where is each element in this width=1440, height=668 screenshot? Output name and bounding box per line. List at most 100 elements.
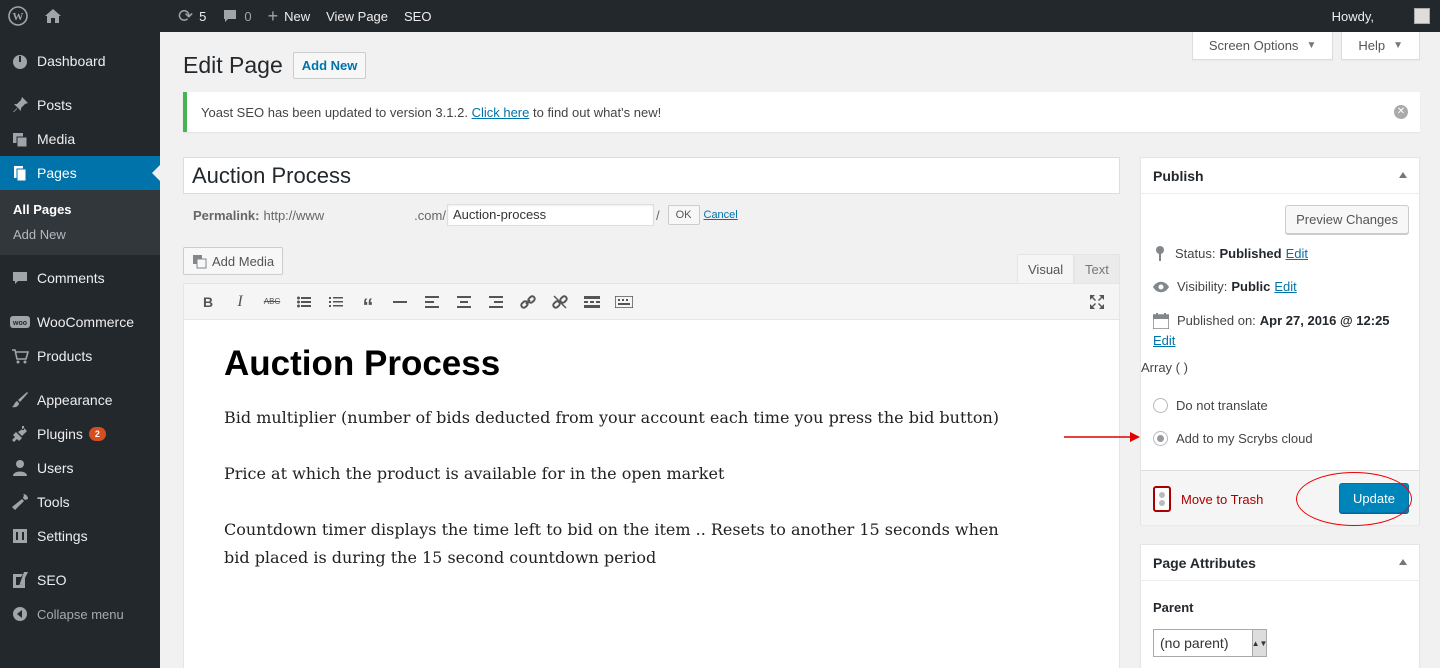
sidebar-item-posts[interactable]: Posts bbox=[0, 88, 160, 122]
permalink-editor: Permalink: http://www .com/ Auction-proc… bbox=[193, 204, 738, 226]
insert-link-icon[interactable] bbox=[512, 288, 544, 316]
visibility-row: Visibility: Public Edit bbox=[1153, 279, 1297, 294]
published-on-label: Published on: bbox=[1177, 313, 1256, 328]
edit-visibility-link[interactable]: Edit bbox=[1274, 279, 1296, 294]
page-attributes-title: Page Attributes bbox=[1153, 554, 1256, 571]
status-value: Published bbox=[1219, 245, 1282, 261]
updates-link[interactable]: ⟳ 5 bbox=[170, 0, 214, 32]
toolbar-toggle-icon[interactable] bbox=[608, 288, 640, 316]
pin-icon bbox=[1156, 246, 1164, 261]
bulleted-list-icon[interactable] bbox=[288, 288, 320, 316]
align-right-icon[interactable] bbox=[480, 288, 512, 316]
screen-options-button[interactable]: Screen Options ▼ bbox=[1191, 32, 1334, 60]
caret-down-icon: ▼ bbox=[1393, 40, 1403, 51]
submenu-all-pages[interactable]: All Pages bbox=[0, 197, 160, 222]
sidebar-item-users[interactable]: Users bbox=[0, 451, 160, 485]
tab-visual[interactable]: Visual bbox=[1017, 254, 1075, 284]
edit-date-link[interactable]: Edit bbox=[1153, 333, 1413, 348]
sidebar-item-products[interactable]: Products bbox=[0, 339, 160, 373]
notice-text-after: to find out what's new! bbox=[532, 104, 662, 120]
content-editor: B I ABC “ Auction Process Bid multiplier… bbox=[183, 283, 1120, 668]
align-center-icon[interactable] bbox=[448, 288, 480, 316]
status-row: Status: Published Edit bbox=[1153, 245, 1308, 261]
sidebar-label: Comments bbox=[37, 270, 105, 286]
edit-status-link[interactable]: Edit bbox=[1286, 246, 1308, 261]
content-paragraph: Countdown timer displays the time left t… bbox=[224, 520, 999, 567]
parent-select[interactable]: (no parent) ▲▼ bbox=[1153, 629, 1267, 657]
screen-meta-links: Screen Options ▼ Help ▼ bbox=[1191, 32, 1420, 60]
plug-icon bbox=[10, 424, 30, 444]
radio-button-selected[interactable] bbox=[1153, 431, 1168, 446]
svg-text:W: W bbox=[13, 11, 24, 23]
help-button[interactable]: Help ▼ bbox=[1341, 32, 1420, 60]
bold-icon[interactable]: B bbox=[192, 288, 224, 316]
seo-adminbar-link[interactable]: SEO bbox=[396, 0, 439, 32]
numbered-list-icon[interactable] bbox=[320, 288, 352, 316]
major-publishing-actions: Move to Trash Update bbox=[1141, 470, 1419, 526]
sidebar-label: Plugins bbox=[37, 426, 83, 442]
radio-label: Do not translate bbox=[1176, 398, 1268, 413]
pushpin-icon bbox=[10, 95, 30, 115]
sidebar-item-pages[interactable]: Pages bbox=[0, 156, 160, 190]
view-page-link[interactable]: View Page bbox=[318, 0, 396, 32]
italic-icon[interactable]: I bbox=[224, 288, 256, 316]
read-more-icon[interactable] bbox=[576, 288, 608, 316]
sidebar-item-comments[interactable]: Comments bbox=[0, 261, 160, 295]
settings-sliders-icon bbox=[10, 526, 30, 546]
dismiss-icon[interactable]: ✕ bbox=[1394, 105, 1408, 119]
cart-icon bbox=[10, 346, 30, 366]
notice-link[interactable]: Click here bbox=[472, 105, 530, 120]
collapse-menu-button[interactable]: Collapse menu bbox=[0, 597, 160, 631]
align-left-icon[interactable] bbox=[416, 288, 448, 316]
strikethrough-icon[interactable]: ABC bbox=[256, 288, 288, 316]
sidebar-item-dashboard[interactable]: Dashboard bbox=[0, 44, 160, 78]
page-attributes-box: Page Attributes Parent (no parent) ▲▼ bbox=[1140, 544, 1420, 668]
sidebar-label: Settings bbox=[37, 528, 88, 544]
remove-link-icon[interactable] bbox=[544, 288, 576, 316]
comments-link[interactable]: 0 bbox=[214, 0, 259, 32]
sidebar-item-settings[interactable]: Settings bbox=[0, 519, 160, 553]
new-content-link[interactable]: + New bbox=[260, 0, 319, 32]
blockquote-icon[interactable]: “ bbox=[352, 288, 384, 317]
do-not-translate-radio[interactable]: Do not translate bbox=[1153, 398, 1268, 413]
editor-tools: Add Media Visual Text bbox=[183, 247, 1120, 284]
sidebar-item-woocommerce[interactable]: woo WooCommerce bbox=[0, 305, 160, 339]
sidebar-item-tools[interactable]: Tools bbox=[0, 485, 160, 519]
add-to-cloud-radio[interactable]: Add to my Scrybs cloud bbox=[1153, 431, 1313, 446]
add-media-button[interactable]: Add Media bbox=[183, 247, 284, 275]
collapse-toggle-icon[interactable] bbox=[1399, 559, 1407, 565]
sidebar-item-plugins[interactable]: Plugins 2 bbox=[0, 417, 160, 451]
horizontal-line-icon[interactable] bbox=[384, 288, 416, 316]
slug-input[interactable]: Auction-process bbox=[446, 204, 654, 226]
move-to-trash-link[interactable]: Move to Trash bbox=[1153, 486, 1263, 512]
updates-icon: ⟳ bbox=[178, 5, 194, 26]
permalink-cancel-link[interactable]: Cancel bbox=[704, 209, 738, 221]
pages-submenu: All Pages Add New bbox=[0, 190, 160, 255]
site-name[interactable] bbox=[70, 0, 170, 32]
sidebar-item-appearance[interactable]: Appearance bbox=[0, 383, 160, 417]
add-new-button[interactable]: Add New bbox=[292, 52, 367, 79]
permalink-ok-button[interactable]: OK bbox=[667, 205, 700, 225]
post-title-input[interactable]: Auction Process bbox=[183, 157, 1120, 194]
submenu-add-new[interactable]: Add New bbox=[0, 222, 160, 247]
collapse-toggle-icon[interactable] bbox=[1399, 172, 1407, 178]
tab-text[interactable]: Text bbox=[1074, 254, 1120, 284]
publish-box-header[interactable]: Publish bbox=[1141, 158, 1419, 194]
sidebar-item-seo[interactable]: SEO bbox=[0, 563, 160, 597]
editor-content[interactable]: Auction Process Bid multiplier (number o… bbox=[184, 320, 1119, 624]
page-attributes-header[interactable]: Page Attributes bbox=[1141, 545, 1419, 581]
published-on-row: Published on: Apr 27, 2016 @ 12:25 Edit bbox=[1153, 313, 1413, 348]
sidebar-label: Posts bbox=[37, 97, 73, 113]
yoast-icon bbox=[10, 570, 30, 590]
fullscreen-icon[interactable] bbox=[1081, 288, 1113, 316]
wordpress-logo-icon[interactable]: W bbox=[0, 0, 36, 32]
radio-button[interactable] bbox=[1153, 398, 1168, 413]
user-icon bbox=[10, 458, 30, 478]
preview-changes-button[interactable]: Preview Changes bbox=[1285, 205, 1409, 234]
site-home-icon[interactable] bbox=[36, 0, 70, 32]
avatar[interactable] bbox=[1414, 8, 1430, 24]
svg-text:woo: woo bbox=[12, 320, 27, 327]
sidebar-item-media[interactable]: Media bbox=[0, 122, 160, 156]
published-on-value: Apr 27, 2016 @ 12:25 bbox=[1259, 313, 1390, 328]
my-account[interactable]: Howdy, bbox=[1324, 0, 1382, 32]
